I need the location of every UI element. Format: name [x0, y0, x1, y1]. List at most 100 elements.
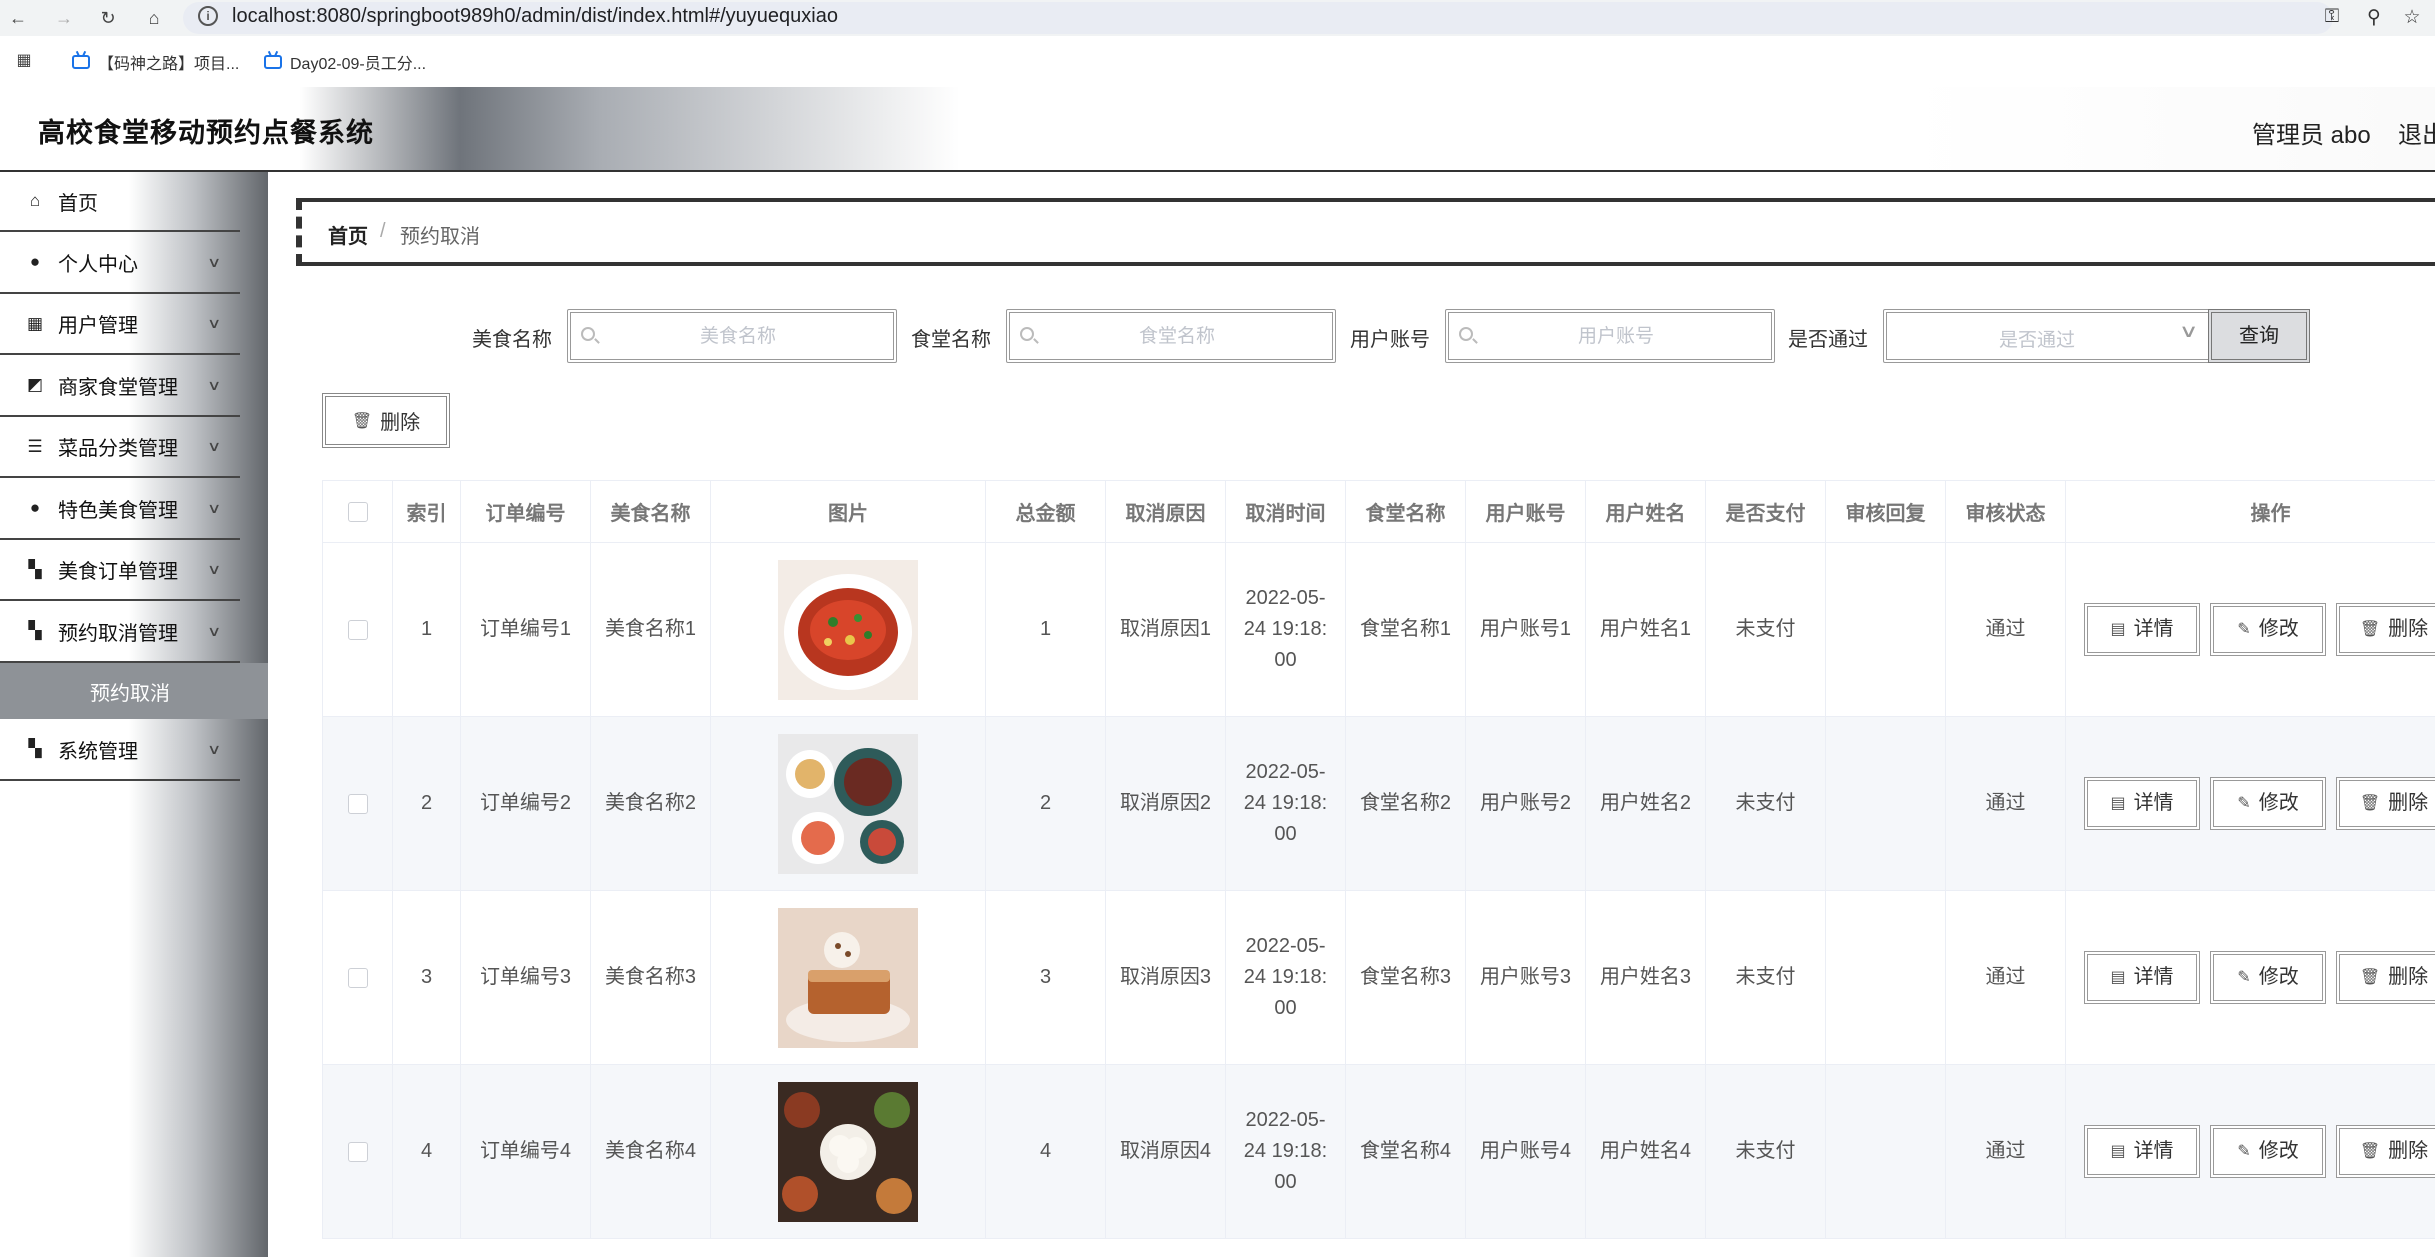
reply-cell [1825, 716, 1946, 891]
batch-delete-button[interactable]: 🗑 删除 [322, 393, 450, 448]
sidebar-item-label: 菜品分类管理 [58, 438, 178, 460]
sidebar-item-canteens[interactable]: ◩ 商家食堂管理 ∨ [0, 355, 240, 417]
reply-cell [1825, 890, 1946, 1065]
edit-button[interactable]: ✎ 修改 [2210, 951, 2326, 1004]
user-name-cell: 用户姓名3 [1585, 890, 1706, 1065]
status-cell: 通过 [1945, 716, 2066, 891]
reply-cell [1825, 542, 1946, 717]
time-line: 2022-05- [1245, 761, 1326, 783]
cancel-time-cell: 2022-05- 24 19:18: 00 [1225, 716, 1346, 891]
row-select-cell[interactable] [322, 890, 393, 1065]
row-checkbox[interactable] [347, 793, 368, 814]
bookmark-1[interactable]: 【码神之路】项目... [72, 50, 239, 74]
edit-button[interactable]: ✎ 修改 [2210, 1125, 2326, 1178]
column-header: 取消时间 [1225, 480, 1346, 543]
apps-icon: ▚ [28, 559, 42, 579]
detail-label: 详情 [2133, 618, 2174, 640]
column-header: 审核回复 [1825, 480, 1946, 543]
sidebar-item-home[interactable]: ⌂ 首页 [0, 172, 240, 232]
column-header: 总金额 [985, 480, 1106, 543]
sidebar-item-orders[interactable]: ▚ 美食订单管理 ∨ [0, 540, 240, 601]
operations-cell: ▤ 详情 ✎ 修改 🗑 删除 [2065, 1064, 2435, 1239]
home-icon: ⌂ [29, 191, 41, 210]
row-checkbox[interactable] [347, 967, 368, 988]
account-cell: 用户账号2 [1465, 716, 1586, 891]
status-cell: 通过 [1945, 1064, 2066, 1239]
paid-cell: 未支付 [1705, 890, 1826, 1065]
paid-cell: 未支付 [1705, 1064, 1826, 1239]
sidebar-item-system[interactable]: ▚ 系统管理 ∨ [0, 719, 240, 781]
chevron-down-icon: ∨ [206, 499, 222, 516]
zoom-icon[interactable]: ⚲ [2362, 6, 2386, 30]
image-cell [710, 1064, 986, 1239]
app-title: 高校食堂移动预约点餐系统 [38, 118, 374, 148]
total-cell: 4 [985, 1064, 1106, 1239]
sidebar-item-specialty[interactable]: ● 特色美食管理 ∨ [0, 478, 240, 540]
breadcrumb-separator: / [380, 220, 386, 242]
sidebar-item-cancellations[interactable]: ▚ 预约取消管理 ∨ [0, 601, 240, 663]
delete-button[interactable]: 🗑 删除 [2336, 1125, 2435, 1178]
account-filter-input[interactable] [1445, 309, 1775, 363]
passed-filter-select[interactable]: 是否通过 ∨ [1883, 309, 2213, 363]
operations-cell: ▤ 详情 ✎ 修改 🗑 删除 [2065, 890, 2435, 1065]
column-header: 订单编号 [460, 480, 591, 543]
time-line: 00 [1274, 823, 1297, 845]
sidebar-item-personal[interactable]: ● 个人中心 ∨ [0, 232, 240, 294]
sidebar-item-users[interactable]: ▦ 用户管理 ∨ [0, 294, 240, 355]
breadcrumb-home[interactable]: 首页 [328, 220, 368, 249]
status-cell: 通过 [1945, 542, 2066, 717]
back-icon[interactable]: ← [6, 6, 30, 30]
url-text[interactable]: localhost:8080/springboot989h0/admin/dis… [232, 5, 838, 28]
detail-label: 详情 [2133, 966, 2174, 988]
delete-label: 删除 [2388, 966, 2429, 988]
canteen-filter-input[interactable] [1006, 309, 1336, 363]
sidebar-item-categories[interactable]: ☰ 菜品分类管理 ∨ [0, 417, 240, 478]
food-filter-input[interactable] [567, 309, 897, 363]
bookmark-2[interactable]: Day02-09-员工分... [264, 50, 426, 74]
bilibili-icon [72, 55, 90, 69]
bookmark-label: 【码神之路】项目... [98, 56, 240, 73]
sidebar-subitem-cancel[interactable]: 预约取消 [0, 663, 268, 719]
select-all-checkbox[interactable] [347, 501, 368, 522]
delete-button[interactable]: 🗑 删除 [2336, 603, 2435, 656]
forward-icon[interactable]: → [52, 6, 76, 30]
logout-link[interactable]: 退出 [2398, 115, 2435, 150]
canteen-cell: 食堂名称3 [1345, 890, 1466, 1065]
food-image [778, 1081, 918, 1222]
star-icon[interactable]: ☆ [2400, 6, 2424, 30]
edit-button[interactable]: ✎ 修改 [2210, 603, 2326, 656]
row-checkbox[interactable] [347, 1141, 368, 1162]
account-filter-label: 用户账号 [1350, 329, 1430, 351]
sidebar-item-label: 美食订单管理 [58, 561, 178, 583]
row-checkbox[interactable] [347, 619, 368, 640]
detail-button[interactable]: ▤ 详情 [2084, 1125, 2200, 1178]
account-search-input[interactable] [1479, 313, 1753, 361]
passed-filter-label: 是否通过 [1788, 329, 1868, 351]
detail-button[interactable]: ▤ 详情 [2084, 603, 2200, 656]
batch-delete-label: 删除 [380, 412, 421, 434]
food-image [778, 559, 918, 700]
chevron-down-icon: ∨ [206, 253, 222, 270]
detail-button[interactable]: ▤ 详情 [2084, 951, 2200, 1004]
apps-grid-icon[interactable]: ▦ [12, 48, 36, 72]
time-line: 2022-05- [1245, 1109, 1326, 1131]
row-select-cell[interactable] [322, 1064, 393, 1239]
key-icon[interactable]: ⚿ [2320, 6, 2344, 30]
sidebar-item-label: 首页 [58, 192, 98, 215]
food-search-input[interactable] [601, 313, 875, 361]
edit-button[interactable]: ✎ 修改 [2210, 777, 2326, 830]
select-all-cell[interactable] [322, 480, 393, 543]
canteen-search-input[interactable] [1040, 313, 1314, 361]
delete-button[interactable]: 🗑 删除 [2336, 951, 2435, 1004]
delete-button[interactable]: 🗑 删除 [2336, 777, 2435, 830]
site-info-icon[interactable]: i [198, 6, 218, 26]
reload-icon[interactable]: ↻ [96, 6, 120, 30]
document-icon: ▤ [2110, 1143, 2126, 1160]
row-select-cell[interactable] [322, 716, 393, 891]
detail-button[interactable]: ▤ 详情 [2084, 777, 2200, 830]
home-icon[interactable]: ⌂ [142, 6, 166, 30]
row-select-cell[interactable] [322, 542, 393, 717]
sidebar-item-label: 用户管理 [58, 315, 138, 337]
query-button[interactable]: 查询 [2208, 309, 2310, 363]
user-name-cell: 用户姓名2 [1585, 716, 1706, 891]
